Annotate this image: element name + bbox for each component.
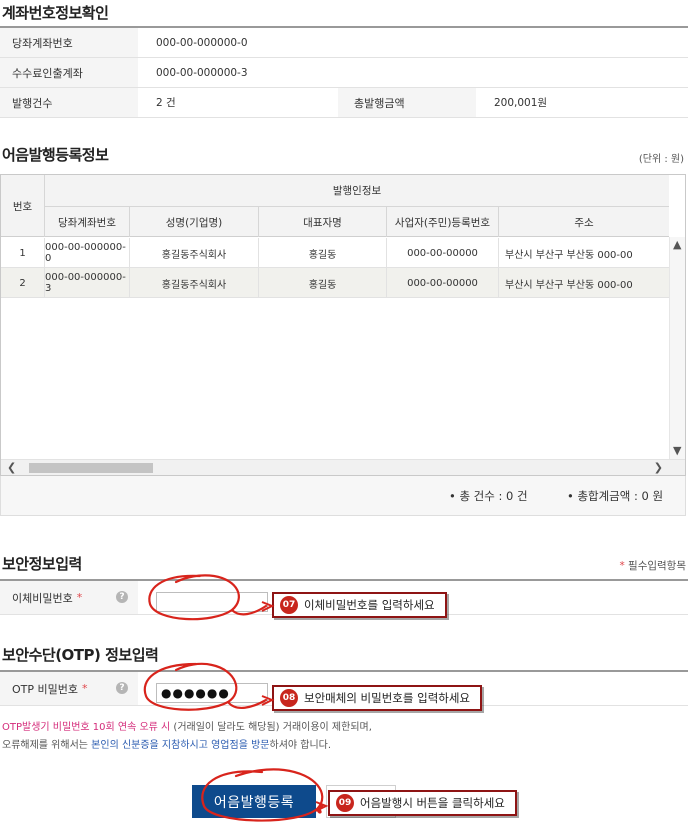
callout-text: 보안매체의 비밀번호를 입력하세요 [304,691,471,705]
cell-name: 홍길동주식회사 [130,268,259,298]
cell-no: 2 [1,268,45,298]
annotation-arrowhead-09 [315,801,329,812]
help-icon[interactable]: ? [116,591,128,603]
unit-label: (단위 : 원) [638,154,684,165]
otp-warning-line-2: 오류해제를 위해서는 본인의 신분증을 지참하시고 영업점을 방문하셔야 합니다… [2,740,332,751]
group-header-issuer: 발행인정보 [332,185,382,197]
otp-section-title: 보안수단(OTP) 정보입력 [2,646,159,664]
table-row[interactable]: 2 000-00-000000-3 홍길동주식회사 홍길동 000-00-000… [1,268,669,298]
grid-summary: • 총 건수 : 0 건 • 총합계금액 : 0 원 [0,476,686,516]
account-section-title: 계좌번호정보확인 [2,4,109,22]
info-row-count-total: 발행건수 2 건 총발행금액 200,001원 [0,88,688,118]
cell-address: 부산시 부산구 부산동 000-00 [505,279,633,291]
account-info-table: 당좌계좌번호 000-00-000000-0 수수료인출계좌 000-00-00… [0,26,688,118]
scroll-up-icon[interactable]: ▲ [673,237,681,253]
cell-address: 부산시 부산구 부산동 000-00 [505,249,633,261]
cell-reg-no: 000-00-00000 [387,268,499,298]
col-header-address: 주소 [499,206,669,237]
required-star: * [82,682,88,695]
transfer-password-input[interactable] [156,592,268,612]
col-header-no: 번호 [1,175,45,237]
info-value: 000-00-000000-3 [156,66,248,79]
scroll-right-icon[interactable]: ❯ [654,460,663,476]
horizontal-scroll-thumb[interactable] [29,463,153,473]
callout-text: 이체비밀번호를 입력하세요 [304,598,435,612]
otp-password-input[interactable]: ●●●●●● [156,683,268,703]
info-value: 000-00-000000-0 [156,36,248,49]
scroll-left-icon[interactable]: ❮ [7,460,16,476]
col-header-account: 당좌계좌번호 [45,206,130,237]
col-header-name: 성명(기업명) [130,206,259,237]
cell-no: 1 [1,238,45,268]
info-label-count: 발행건수 [0,88,138,117]
issue-register-button[interactable]: 어음발행등록 [192,785,316,818]
col-header-reg-no: 사업자(주민)등록번호 [387,206,499,237]
info-label: 수수료인출계좌 [0,58,138,87]
cell-rep: 홍길동 [259,238,387,268]
scroll-down-icon[interactable]: ▼ [673,443,681,459]
cell-reg-no: 000-00-00000 [387,238,499,268]
callout-09: 09 어음발행시 버튼을 클릭하세요 [328,790,517,816]
transfer-password-label: 이체비밀번호 * ? [0,581,138,614]
info-label: 당좌계좌번호 [0,28,138,57]
table-row[interactable]: 1 000-00-000000-0 홍길동주식회사 홍길동 000-00-000… [1,238,669,268]
security-section-title: 보안정보입력 [2,555,82,573]
step-number-badge: 07 [280,596,298,614]
summary-amount: • 총합계금액 : 0 원 [567,489,664,503]
otp-warning-line-1: OTP발생기 비밀번호 10회 연속 오류 시 (거래일이 달라도 해당됨) 거… [2,722,372,733]
callout-08: 08 보안매체의 비밀번호를 입력하세요 [272,685,483,711]
info-value-total: 200,001원 [494,97,548,109]
info-value-count: 2 건 [156,97,176,109]
step-number-badge: 09 [336,794,354,812]
info-row-checking-account: 당좌계좌번호 000-00-000000-0 [0,28,688,58]
register-grid: 번호 발행인정보 당좌계좌번호 성명(기업명) 대표자명 사업자(주민)등록번호… [0,174,686,476]
info-row-fee-account: 수수료인출계좌 000-00-000000-3 [0,58,688,88]
cell-name: 홍길동주식회사 [130,238,259,268]
horizontal-scrollbar[interactable]: ❮ ❯ [1,459,685,475]
summary-count: • 총 건수 : 0 건 [449,489,528,503]
vertical-scrollbar[interactable]: ▲ ▼ [669,237,685,459]
callout-text: 어음발행시 버튼을 클릭하세요 [360,796,505,810]
cell-account: 000-00-000000-3 [45,268,130,298]
help-icon[interactable]: ? [116,682,128,694]
callout-07: 07 이체비밀번호를 입력하세요 [272,592,447,618]
info-label-total: 총발행금액 [338,88,476,117]
required-star: * [76,591,83,604]
cell-rep: 홍길동 [259,268,387,298]
grid-header: 번호 발행인정보 당좌계좌번호 성명(기업명) 대표자명 사업자(주민)등록번호… [1,175,669,237]
otp-password-label: OTP 비밀번호 * ? [0,672,138,705]
required-note: * 필수입력항목 [619,560,686,572]
cell-account: 000-00-000000-0 [45,238,130,268]
col-header-rep: 대표자명 [259,206,387,237]
step-number-badge: 08 [280,689,298,707]
register-section-title: 어음발행등록정보 [2,146,109,164]
